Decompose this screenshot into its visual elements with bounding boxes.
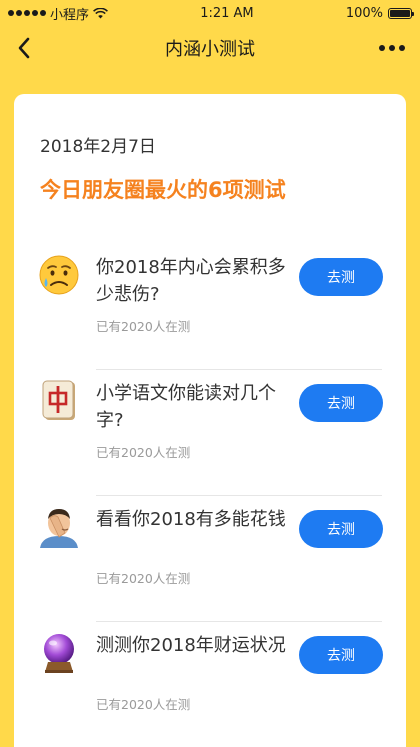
take-quiz-button[interactable]: 去测 [299,636,383,674]
status-bar: 小程序 1:21 AM 100% [0,0,420,26]
quiz-list: 你2018年内心会累积多少悲伤? 已有2020人在测 去测 小学语文你能读对几个… [14,244,406,747]
more-button[interactable] [374,34,410,62]
quiz-item[interactable]: 你2018年内心会累积多少悲伤? 已有2020人在测 去测 [14,244,406,370]
carrier-label: 小程序 [50,7,90,23]
quiz-item[interactable]: 看看你2018有多能花钱 已有2020人在测 去测 [14,496,406,622]
headline: 今日朋友圈最火的6项测试 [40,178,286,202]
battery-icon [388,7,414,19]
quiz-item[interactable]: 小学语文你能读对几个字? 已有2020人在测 去测 [14,370,406,496]
status-right: 100% [345,5,414,21]
quiz-participant-count: 已有2020人在测 [96,697,191,712]
quiz-participant-count: 已有2020人在测 [96,445,191,460]
quiz-participant-count: 已有2020人在测 [96,571,191,586]
status-time: 1:21 AM [200,5,254,21]
quiz-title: 看看你2018有多能花钱 [96,509,286,530]
quiz-participant-count: 已有2020人在测 [96,319,191,334]
wifi-icon [93,7,108,18]
back-button[interactable] [10,34,38,62]
sad-face-icon [39,255,79,295]
facepalm-man-icon [40,509,78,548]
nav-bar: 内涵小测试 [0,26,420,70]
quiz-title: 小学语文你能读对几个字? [96,383,276,431]
mahjong-tile-icon [42,380,75,420]
page-title: 内涵小测试 [165,39,255,60]
status-left: 小程序 [8,4,108,23]
take-quiz-button[interactable]: 去测 [299,258,383,296]
quiz-title: 你2018年内心会累积多少悲伤? [96,257,286,305]
take-quiz-button[interactable]: 去测 [299,384,383,422]
date-label: 2018年2月7日 [40,137,156,157]
more-dot-icon [399,45,405,51]
signal-icon [8,10,46,16]
content-card: 2018年2月7日 今日朋友圈最火的6项测试 你2018年内心会累积多少悲伤? … [14,94,406,747]
more-dot-icon [379,45,385,51]
battery-percent: 100% [345,5,383,21]
quiz-title: 测测你2018年财运状况 [96,635,286,656]
quiz-item[interactable]: 测测你2018年财运状况 已有2020人在测 去测 [14,622,406,747]
crystal-ball-icon [44,634,74,673]
take-quiz-button[interactable]: 去测 [299,510,383,548]
chevron-left-icon [18,37,30,59]
more-dot-icon [389,45,395,51]
